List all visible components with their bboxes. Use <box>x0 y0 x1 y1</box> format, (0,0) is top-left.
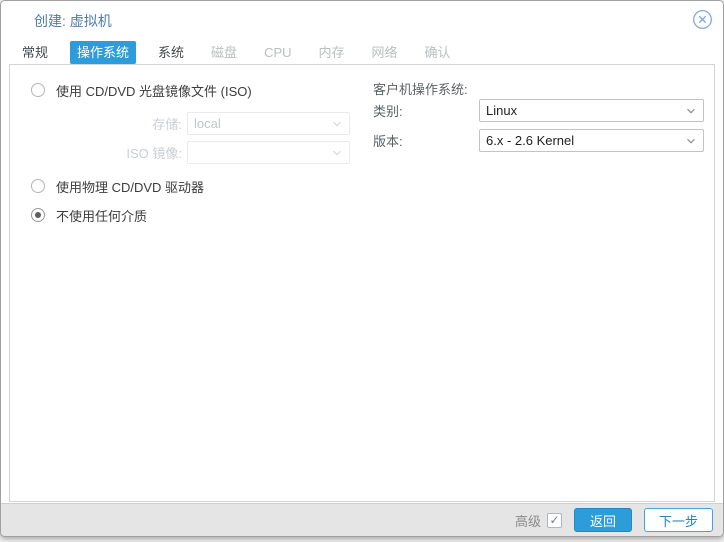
iso-image-label: ISO 镜像: <box>126 146 182 161</box>
storage-field-row: 存储: local <box>23 112 350 135</box>
tab-general[interactable]: 常规 <box>17 41 53 64</box>
dialog-footer: 高级 ✓ 返回 下一步 <box>1 503 723 536</box>
storage-label: 存储: <box>152 117 182 132</box>
radio-physical-drive-label: 使用物理 CD/DVD 驱动器 <box>56 179 205 195</box>
guest-os-heading: 客户机操作系统: <box>373 82 468 97</box>
tab-memory: 内存 <box>318 44 345 60</box>
radio-use-iso-label: 使用 CD/DVD 光盘镜像文件 (ISO) <box>56 83 252 99</box>
radio-unchecked-icon <box>31 179 45 193</box>
create-vm-dialog: 创建: 虚拟机 常规 操作系统 系统 磁盘 CPU 内存 网络 确认 使用 CD… <box>0 0 724 537</box>
tab-confirm: 确认 <box>424 44 451 60</box>
dialog-header: 创建: 虚拟机 <box>1 1 723 39</box>
chevron-down-icon <box>685 105 697 117</box>
os-version-label: 版本: <box>373 134 403 149</box>
os-type-label: 类别: <box>373 104 403 119</box>
guest-os-panel: 客户机操作系统: 类别: Linux 版本: 6.x - 2.6 Kernel <box>373 79 704 152</box>
radio-use-iso[interactable]: 使用 CD/DVD 光盘镜像文件 (ISO) <box>23 79 350 101</box>
iso-field-row: ISO 镜像: <box>23 141 350 164</box>
storage-value: local <box>194 116 221 131</box>
media-selection-panel: 使用 CD/DVD 光盘镜像文件 (ISO) 存储: local ISO 镜像: <box>23 79 350 226</box>
os-type-row: 类别: Linux <box>373 99 704 122</box>
radio-unchecked-icon <box>31 83 45 97</box>
back-button[interactable]: 返回 <box>573 508 632 532</box>
tab-system[interactable]: 系统 <box>153 41 189 64</box>
os-version-row: 版本: 6.x - 2.6 Kernel <box>373 129 704 152</box>
chevron-down-icon <box>331 147 343 159</box>
chevron-down-icon <box>331 118 343 130</box>
storage-combobox: local <box>187 112 350 135</box>
os-version-value: 6.x - 2.6 Kernel <box>486 133 575 148</box>
chevron-down-icon <box>685 135 697 147</box>
iso-image-combobox <box>187 141 350 164</box>
next-button[interactable]: 下一步 <box>643 508 713 532</box>
tab-os[interactable]: 操作系统 <box>70 40 137 64</box>
advanced-checkbox[interactable]: ✓ <box>546 512 562 528</box>
close-icon[interactable] <box>691 8 713 30</box>
radio-no-media-label: 不使用任何介质 <box>56 208 148 224</box>
tab-network: 网络 <box>371 44 398 60</box>
dialog-title: 创建: 虚拟机 <box>34 13 112 29</box>
radio-no-media[interactable]: 不使用任何介质 <box>23 204 350 226</box>
wizard-tab-bar: 常规 操作系统 系统 磁盘 CPU 内存 网络 确认 <box>17 40 715 64</box>
os-version-combobox[interactable]: 6.x - 2.6 Kernel <box>479 129 704 152</box>
radio-checked-icon <box>31 208 45 222</box>
advanced-label: 高级 <box>514 513 541 529</box>
tab-disks: 磁盘 <box>211 44 238 60</box>
os-type-combobox[interactable]: Linux <box>479 99 704 122</box>
os-type-value: Linux <box>486 103 518 118</box>
tab-cpu: CPU <box>264 44 292 60</box>
radio-physical-drive[interactable]: 使用物理 CD/DVD 驱动器 <box>23 175 350 197</box>
content-panel: 使用 CD/DVD 光盘镜像文件 (ISO) 存储: local ISO 镜像: <box>9 64 715 502</box>
